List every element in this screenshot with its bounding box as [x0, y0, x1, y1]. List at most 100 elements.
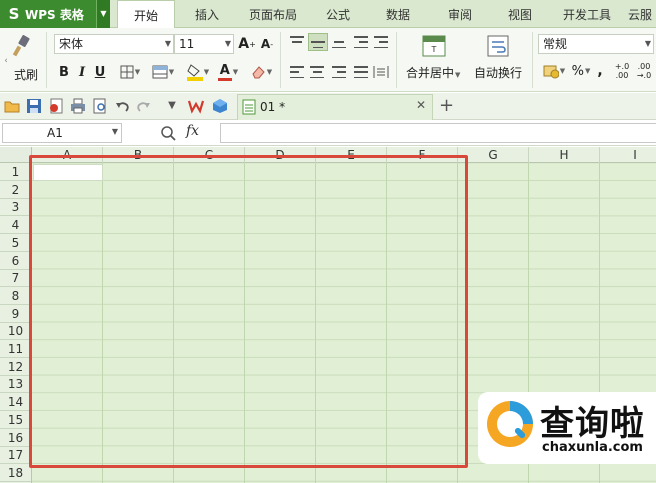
row-header[interactable]: 9 — [0, 305, 31, 323]
redo-icon[interactable] — [136, 98, 152, 114]
export-pdf-icon[interactable] — [48, 98, 64, 114]
column-header-g[interactable]: G — [458, 147, 529, 163]
font-size-select[interactable]: 11 ▼ — [174, 34, 234, 54]
tab-formulas[interactable]: 公式 — [316, 0, 360, 28]
chevron-down-icon[interactable]: ▼ — [112, 127, 118, 136]
align-right-button[interactable] — [330, 64, 348, 80]
format-painter-button[interactable] — [10, 32, 36, 60]
tab-developer[interactable]: 开发工具 — [556, 0, 618, 28]
decrease-indent-button[interactable] — [352, 34, 370, 50]
chevron-down-icon: ▼ — [644, 39, 651, 48]
watermark: 查询啦 chaxunla.com — [478, 392, 656, 464]
chevron-down-icon: ▼ — [455, 71, 461, 79]
row-header[interactable]: 12 — [0, 358, 31, 376]
cube-icon[interactable] — [212, 98, 228, 114]
font-name-select[interactable]: 宋体 ▼ — [54, 34, 174, 54]
align-middle-button[interactable] — [308, 33, 328, 51]
open-folder-icon[interactable] — [4, 98, 20, 114]
app-menu-button[interactable]: S WPS 表格 ▼ — [0, 0, 110, 28]
document-tab-label: 01 * — [260, 100, 286, 114]
justify-button[interactable] — [352, 64, 370, 80]
row-header[interactable]: 4 — [0, 216, 31, 235]
clear-format-button[interactable]: ▼ — [246, 62, 276, 82]
shrink-font-button[interactable]: A- — [258, 35, 276, 53]
name-box[interactable]: A1 ▼ — [2, 123, 122, 143]
borders-button[interactable]: ▼ — [116, 63, 144, 81]
font-color-button[interactable]: A ▼ — [214, 62, 242, 82]
row-header[interactable]: 13 — [0, 375, 31, 394]
column-header-h[interactable]: H — [529, 147, 600, 163]
align-bottom-button[interactable] — [330, 34, 348, 50]
chevron-down-icon: ▼ — [203, 68, 210, 76]
highlight-annotation-box — [29, 155, 468, 468]
row-header[interactable]: 8 — [0, 287, 31, 305]
row-header[interactable]: 18 — [0, 464, 31, 482]
ribbon-scroll-left-icon[interactable]: ‹ — [2, 54, 10, 68]
row-headers: 1 2 3 4 5 6 7 8 9 10 11 12 13 14 15 16 1… — [0, 163, 32, 483]
increase-indent-button[interactable] — [372, 34, 390, 50]
align-top-button[interactable] — [288, 34, 306, 50]
merge-center-text: 合并居中 — [406, 66, 455, 80]
increase-decimal-button[interactable]: +.0.00 — [612, 60, 632, 82]
tab-view[interactable]: 视图 — [498, 0, 542, 28]
font-size-value: 11 — [179, 37, 195, 51]
percent-format-button[interactable]: % ▼ — [570, 62, 592, 80]
wps-logo-icon: S — [8, 5, 20, 23]
close-icon[interactable]: ✕ — [416, 98, 426, 112]
decrease-decimal-button[interactable]: .00 →.0 — [634, 60, 654, 82]
align-left-icon — [290, 66, 304, 78]
tab-page-layout[interactable]: 页面布局 — [242, 0, 304, 28]
row-header[interactable]: 5 — [0, 234, 31, 252]
row-header[interactable]: 7 — [0, 269, 31, 288]
row-header[interactable]: 16 — [0, 429, 31, 447]
save-icon[interactable] — [26, 98, 42, 114]
wps-cloud-icon[interactable] — [188, 98, 204, 114]
undo-icon[interactable] — [114, 98, 130, 114]
row-header[interactable]: 2 — [0, 181, 31, 199]
insert-function-button[interactable]: fx — [186, 123, 199, 139]
italic-button[interactable]: I — [74, 63, 90, 81]
select-all-corner[interactable] — [0, 147, 32, 163]
tab-home[interactable]: 开始 — [117, 0, 175, 29]
row-header[interactable]: 3 — [0, 198, 31, 217]
document-tab[interactable]: 01 * ✕ — [237, 94, 433, 120]
formula-input[interactable] — [220, 123, 656, 143]
merge-center-label[interactable]: 合并居中▼ — [406, 64, 460, 81]
customize-quick-access-chevron-icon[interactable]: ▼ — [164, 98, 180, 114]
tab-insert[interactable]: 插入 — [182, 0, 232, 28]
add-tab-icon[interactable]: + — [439, 95, 454, 116]
grow-font-button[interactable]: A + — [238, 35, 256, 53]
eraser-icon — [252, 66, 265, 79]
currency-format-button[interactable]: ▼ — [540, 62, 568, 80]
search-icon[interactable] — [160, 125, 176, 141]
row-header[interactable]: 11 — [0, 340, 31, 358]
bold-button[interactable]: B — [56, 63, 72, 81]
svg-text:T: T — [431, 45, 437, 54]
column-header-i[interactable]: I — [600, 147, 656, 163]
number-format-select[interactable]: 常规 ▼ — [538, 34, 654, 54]
row-header[interactable]: 1 — [0, 163, 31, 181]
align-left-button[interactable] — [288, 64, 306, 80]
tab-review[interactable]: 审阅 — [438, 0, 482, 28]
merge-center-button[interactable]: T — [420, 34, 448, 58]
fill-color-button[interactable]: ▼ — [184, 62, 212, 82]
ribbon-divider — [280, 32, 281, 88]
distributed-align-button[interactable] — [372, 64, 390, 80]
align-center-button[interactable] — [308, 64, 326, 80]
increase-decimal-icon: +.0 — [614, 62, 630, 71]
chevron-down-icon[interactable]: ▼ — [96, 0, 110, 28]
underline-button[interactable]: U — [92, 63, 108, 81]
row-header[interactable]: 17 — [0, 446, 31, 465]
wrap-text-label[interactable]: 自动换行 — [474, 64, 522, 81]
row-header[interactable]: 6 — [0, 252, 31, 270]
print-preview-icon[interactable] — [92, 98, 108, 114]
wrap-text-button[interactable] — [484, 34, 512, 58]
tab-cloud[interactable]: 云服 — [628, 0, 656, 28]
row-header[interactable]: 10 — [0, 322, 31, 341]
cell-style-button[interactable]: ▼ — [148, 63, 178, 81]
row-header[interactable]: 14 — [0, 393, 31, 412]
print-icon[interactable] — [70, 98, 86, 114]
thousands-separator-button[interactable]: , — [594, 62, 606, 80]
row-header[interactable]: 15 — [0, 411, 31, 429]
tab-data[interactable]: 数据 — [376, 0, 420, 28]
